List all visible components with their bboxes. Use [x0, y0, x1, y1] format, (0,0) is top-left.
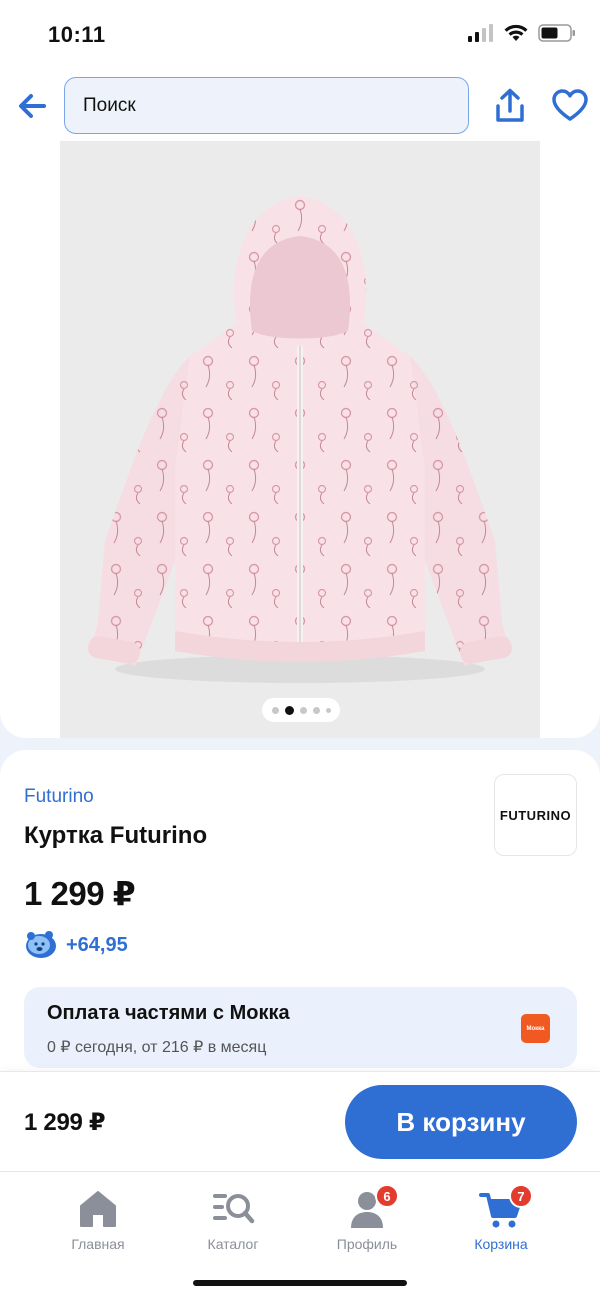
tab-catalog[interactable]: Каталог [178, 1188, 288, 1252]
back-arrow-icon[interactable] [14, 88, 50, 124]
profile-badge: 6 [375, 1184, 399, 1208]
tab-profile[interactable]: 6 Профиль [312, 1184, 422, 1252]
pagination-dot[interactable] [299, 706, 307, 714]
tab-bar: Главная Каталог 6 Профиль 7 Корзина [0, 1171, 600, 1297]
tab-home[interactable]: Главная [43, 1188, 153, 1252]
status-bar: 10:11 [0, 0, 600, 70]
tab-label: Каталог [207, 1236, 259, 1252]
installments-banner[interactable]: Оплата частями с Мокка 0 ₽ сегодня, от 2… [24, 987, 577, 1068]
tab-label: Главная [71, 1236, 125, 1252]
tab-label: Корзина [474, 1236, 528, 1252]
pagination-dot[interactable] [325, 707, 331, 713]
catalog-search-icon [211, 1188, 255, 1230]
pagination-dot[interactable] [312, 706, 320, 714]
wifi-icon [504, 24, 528, 41]
share-icon[interactable] [490, 86, 530, 126]
mokka-logo-text: Мокка [526, 1025, 545, 1032]
search-placeholder: Поиск [83, 94, 136, 116]
gallery-pagination[interactable] [262, 698, 340, 722]
cellular-signal-icon [468, 24, 493, 42]
cart-icon: 7 [479, 1184, 533, 1230]
product-info-card: Futurino Куртка Futurino FUTURINO 1 299 … [0, 750, 600, 1080]
buy-bar-price: 1 299 ₽ [24, 1109, 106, 1136]
home-indicator[interactable] [193, 1280, 407, 1286]
brand-logo[interactable]: FUTURINO [494, 774, 577, 856]
tab-cart[interactable]: 7 Корзина [446, 1184, 556, 1252]
add-to-cart-button[interactable]: В корзину [345, 1085, 577, 1159]
status-icons [468, 24, 576, 42]
home-icon [76, 1188, 120, 1230]
tab-label: Профиль [336, 1236, 398, 1252]
product-screen: 10:11 Поиск Futurino Куртка Futurino FUT… [0, 0, 600, 1297]
top-card: 10:11 Поиск [0, 0, 600, 738]
jacket-illustration [60, 141, 540, 738]
header: Поиск [0, 76, 600, 136]
buy-bar: 1 299 ₽ В корзину [0, 1071, 600, 1171]
brand-logo-text: FUTURINO [499, 807, 572, 823]
installments-title: Оплата частями с Мокка [47, 1002, 290, 1024]
installments-subtitle: 0 ₽ сегодня, от 216 ₽ в месяц [47, 1039, 267, 1056]
mokka-logo: Мокка [521, 1014, 550, 1043]
bonus-coin-icon [26, 931, 56, 958]
bonus-amount: +64,95 [66, 933, 128, 956]
product-image[interactable] [60, 141, 540, 738]
product-price: 1 299 ₽ [24, 875, 136, 912]
cart-badge: 7 [509, 1184, 533, 1208]
pagination-dot-active[interactable] [284, 705, 294, 715]
profile-icon: 6 [345, 1184, 399, 1230]
favorite-heart-icon[interactable] [550, 86, 590, 126]
pagination-dot[interactable] [271, 706, 279, 714]
brand-link[interactable]: Futurino [24, 786, 94, 808]
bonus-row: +64,95 [24, 930, 128, 960]
search-input[interactable]: Поиск [64, 77, 469, 134]
status-time: 10:11 [48, 22, 106, 47]
product-title: Куртка Futurino [24, 822, 208, 849]
battery-icon [538, 24, 575, 42]
